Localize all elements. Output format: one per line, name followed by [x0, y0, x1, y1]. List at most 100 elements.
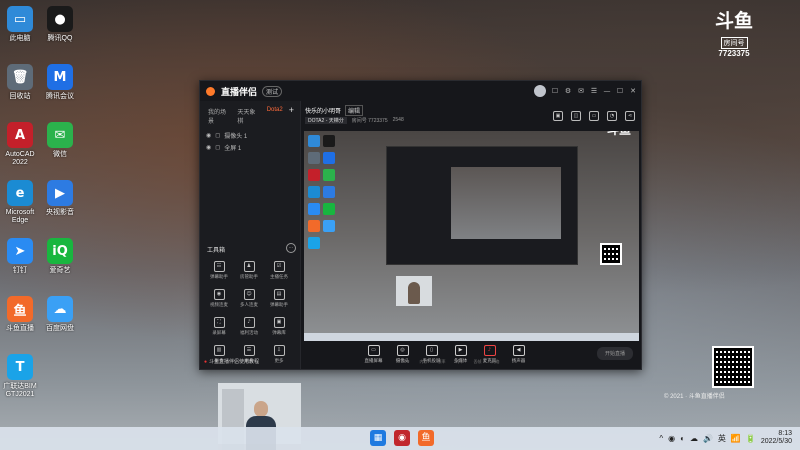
titlebar-button[interactable]: ☰ [590, 87, 598, 95]
tool-icon: ♟ [243, 261, 255, 272]
scene-tab[interactable]: 天天象棋 [237, 107, 260, 125]
tool-icon: ☺ [243, 289, 255, 300]
room-id: 房间号 7723375 [351, 118, 388, 124]
control-button[interactable]: ▭ 直播屏幕 [359, 345, 388, 364]
edit-title-button[interactable]: 编辑 [345, 105, 364, 116]
lock-icon[interactable]: ◻ [215, 132, 220, 139]
desktop-icon[interactable]: iQ 爱奇艺 [38, 238, 82, 275]
app-icon: e [7, 180, 33, 206]
desktop-icon-label: 央视影音 [46, 209, 74, 216]
tool-item[interactable]: ♪ 福利活动 [234, 317, 264, 336]
desktop-icon[interactable]: ☁ 百度网盘 [38, 296, 82, 333]
tool-item[interactable]: ♟ 房管助手 [234, 261, 264, 280]
scene-item[interactable]: ◉ ◻ 全屏 1 [200, 141, 300, 153]
tool-label: 房管助手 [240, 274, 258, 279]
desktop-icon-label: 钉钉 [13, 267, 27, 274]
desktop-icon[interactable]: e Microsoft Edge [0, 180, 42, 225]
tray-icon[interactable]: ◐ [680, 434, 685, 443]
tool-item[interactable]: ▤ 弹幕助手 [264, 289, 294, 308]
titlebar-button[interactable]: ☐ [616, 87, 624, 95]
tools-more-icon[interactable]: ⋯ [286, 243, 296, 253]
start-live-button[interactable]: 开始直播 [596, 347, 633, 360]
steam-icon[interactable]: ◉ [394, 430, 410, 446]
tool-item[interactable]: ◉ 视频连麦 [204, 289, 234, 308]
desktop-icon[interactable]: A AutoCAD 2022 [0, 122, 42, 167]
copyright-watermark: © 2021 · 斗鱼直播伴侣 [664, 394, 725, 400]
desktop-icon[interactable]: T 广联达BIM GTJ2021 [0, 354, 42, 399]
desktop-icon[interactable]: ✉ 微信 [38, 122, 82, 159]
app-icon: 🗑 [7, 64, 33, 90]
titlebar-button[interactable]: ✕ [629, 87, 637, 95]
tool-item[interactable]: ⇩ 更多 [264, 345, 294, 364]
taskbar: ▦ ◉ 鱼 ^ ◉ ◐ ☁ 🔊 英 📶 🔋 8:13 2022/5/30 [0, 427, 800, 450]
preview-mini-icon [308, 203, 320, 215]
user-avatar[interactable] [534, 85, 546, 97]
scene-tab[interactable]: 我的场景 [208, 107, 231, 125]
lock-icon[interactable]: ◫ [571, 111, 581, 121]
windows-start-icon[interactable]: ▦ [370, 430, 386, 446]
version-pill[interactable]: 测试 [262, 85, 283, 97]
add-tab-icon[interactable]: + [289, 106, 294, 125]
control-button[interactable]: ◀ 扬声器 [504, 345, 533, 364]
desktop-icon[interactable]: ➤ 钉钉 [0, 238, 42, 275]
desktop-icon-label: Microsoft Edge [5, 209, 35, 224]
tool-label: 弹幕助手 [210, 274, 228, 279]
tray-icon[interactable]: 🔊 [703, 434, 713, 443]
titlebar-button[interactable]: — [603, 87, 611, 95]
tool-icon: ☷ [213, 261, 225, 272]
bell-icon[interactable]: ◔ [607, 111, 617, 121]
app-icon: 鱼 [7, 296, 33, 322]
titlebar-button[interactable]: ☐ [551, 87, 559, 95]
eye-icon[interactable]: ◉ [206, 132, 211, 139]
tray-icon[interactable]: 英 [718, 433, 726, 444]
eye-icon[interactable]: ◉ [206, 144, 211, 151]
desktop-icon[interactable]: 鱼斗鱼直播 [0, 296, 42, 333]
desktop-icon[interactable]: ▶ 央视影音 [38, 180, 82, 217]
app-icon: M [47, 64, 73, 90]
desktop-icon[interactable]: 🗑 回收站 [0, 64, 42, 101]
gift-icon[interactable]: ▣ [553, 111, 563, 121]
app-icon: ☁ [47, 296, 73, 322]
tray-icon[interactable]: ^ [659, 434, 663, 443]
category-select[interactable]: DOTA2 - 天梯分 [305, 117, 347, 124]
tool-icon: ◉ [213, 289, 225, 300]
tool-item[interactable]: ☷ 弹幕助手 [204, 261, 234, 280]
desktop-icon[interactable]: M 腾讯会议 [38, 64, 82, 101]
tray-icon[interactable]: ◉ [668, 434, 675, 443]
lock-icon[interactable]: ◻ [215, 144, 220, 151]
tray-icon[interactable]: 🔋 [746, 434, 756, 443]
tool-icon: ▥ [213, 345, 225, 356]
preview-mini-icon [323, 186, 335, 198]
tutorial-link[interactable]: 斗鱼直播伴侣使用教程 [204, 358, 259, 365]
tray-icon[interactable]: ☁ [690, 434, 698, 443]
tray-icon[interactable]: 📶 [731, 434, 741, 443]
desktop-icon[interactable]: ● 腾讯QQ [38, 6, 82, 43]
stream-preview[interactable]: 斗鱼 [304, 131, 639, 341]
folder-icon[interactable]: ▭ [589, 111, 599, 121]
tool-item[interactable]: ☺ 多人连麦 [234, 289, 264, 308]
preview-mini-icon [308, 186, 320, 198]
scene-tab[interactable]: Dota2 [267, 107, 283, 125]
scene-label: 全屏 1 [224, 145, 242, 152]
tool-icon: ▤ [273, 289, 285, 300]
tool-item[interactable]: ☑ 主播任务 [264, 261, 294, 280]
titlebar-button[interactable]: ⚙ [564, 87, 572, 95]
app-icon: ● [47, 6, 73, 32]
clock-date: 2022/5/30 [760, 438, 792, 445]
preview-mini-icon [308, 220, 320, 232]
tool-label: 弹幕库 [272, 330, 286, 335]
titlebar-button[interactable]: ✉ [577, 87, 585, 95]
desktop-qr-code [712, 346, 754, 388]
desktop-icon-label: 腾讯会议 [46, 93, 74, 100]
desktop-icon-label: 百度网盘 [46, 325, 74, 332]
desktop-icon-label: 爱奇艺 [49, 267, 71, 274]
control-icon: ♪ [483, 345, 496, 356]
douyu-icon[interactable]: 鱼 [418, 430, 434, 446]
desktop-icon[interactable]: ▭ 此电脑 [0, 6, 42, 43]
preview-mini-icon [308, 237, 320, 249]
share-icon[interactable]: ⋖ [625, 111, 635, 121]
tool-item[interactable]: ▣ 弹幕库 [264, 317, 294, 336]
scene-item[interactable]: ◉ ◻ 摄像头 1 [200, 129, 300, 141]
clock[interactable]: 8:13 2022/5/30 [761, 430, 792, 446]
tool-item[interactable]: ⛶ 录屏幕 [204, 317, 234, 336]
